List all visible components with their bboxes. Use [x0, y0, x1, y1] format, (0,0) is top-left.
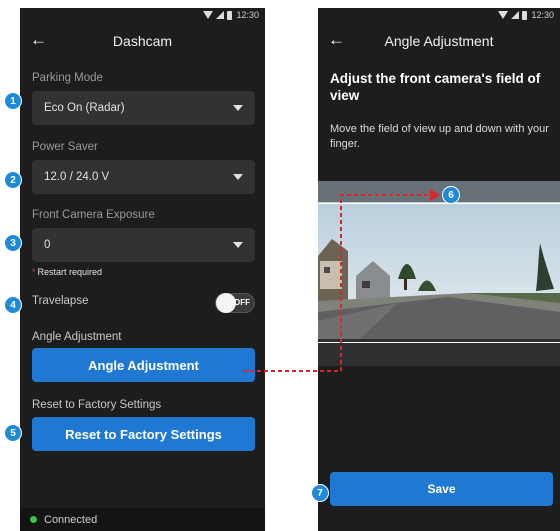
camera-preview[interactable] — [318, 181, 560, 366]
camera-view-image — [318, 202, 560, 366]
dashcam-settings-screen: 12:30 ← Dashcam Parking Mode Eco On (Rad… — [20, 8, 265, 531]
dropdown-caret-icon — [233, 174, 243, 180]
dropdown-caret-icon — [233, 242, 243, 248]
connection-status: Connected — [44, 513, 98, 526]
power-saver-select[interactable]: 12.0 / 24.0 V — [32, 160, 255, 194]
restart-note: * Restart required — [32, 267, 102, 277]
callout-3: 3 — [4, 234, 22, 252]
page-title: Angle Adjustment — [384, 33, 494, 49]
status-time: 12:30 — [531, 10, 554, 20]
status-time: 12:30 — [236, 10, 259, 20]
parking-mode-label: Parking Mode — [32, 72, 103, 84]
battery-icon — [227, 10, 233, 20]
reset-factory-button[interactable]: Reset to Factory Settings — [32, 417, 255, 451]
status-bar: 12:30 — [20, 8, 265, 22]
callout-7: 7 — [311, 484, 329, 502]
connected-dot-icon — [30, 516, 37, 523]
front-exposure-label: Front Camera Exposure — [32, 209, 155, 221]
wifi-icon — [498, 11, 509, 19]
power-saver-value: 12.0 / 24.0 V — [44, 171, 110, 183]
back-arrow-icon[interactable]: ← — [30, 30, 47, 50]
fov-bottom-line[interactable] — [318, 342, 560, 343]
restart-note-text: Restart required — [37, 267, 103, 277]
callout-1: 1 — [4, 92, 22, 110]
instructions-text: Move the field of view up and down with … — [330, 123, 549, 150]
travelapse-toggle[interactable]: OFF — [215, 293, 255, 313]
parking-mode-value: Eco On (Radar) — [44, 102, 125, 114]
crop-mask-top — [318, 181, 560, 202]
screen-heading: Adjust the front camera's field of view — [330, 71, 541, 103]
callout-4: 4 — [4, 296, 22, 314]
wifi-icon — [203, 11, 214, 19]
callout-6: 6 — [442, 186, 460, 204]
reset-label: Reset to Factory Settings — [32, 399, 162, 411]
toggle-knob — [216, 293, 236, 313]
angle-adjustment-button[interactable]: Angle Adjustment — [32, 348, 255, 382]
app-bar: ← Dashcam — [20, 22, 265, 60]
parking-mode-select[interactable]: Eco On (Radar) — [32, 91, 255, 125]
app-bar: ← Angle Adjustment — [318, 22, 560, 60]
status-bar: 12:30 — [318, 8, 560, 22]
page-title: Dashcam — [112, 33, 173, 49]
power-saver-label: Power Saver — [32, 141, 98, 153]
signal-icon — [511, 11, 520, 19]
angle-adjustment-label: Angle Adjustment — [32, 331, 122, 343]
front-exposure-select[interactable]: 0 — [32, 228, 255, 262]
fov-top-line[interactable] — [318, 203, 560, 204]
front-exposure-value: 0 — [44, 239, 51, 251]
battery-icon — [522, 10, 528, 20]
toggle-state: OFF — [234, 298, 250, 307]
callout-2: 2 — [4, 171, 22, 189]
save-button[interactable]: Save — [330, 472, 553, 506]
back-arrow-icon[interactable]: ← — [328, 30, 345, 50]
signal-icon — [216, 11, 225, 19]
angle-adjustment-screen: 12:30 ← Angle Adjustment Adjust the fron… — [318, 8, 560, 531]
travelapse-label: Travelapse — [32, 295, 89, 307]
callout-5: 5 — [4, 424, 22, 442]
connection-bar: Connected — [20, 508, 265, 531]
dropdown-caret-icon — [233, 105, 243, 111]
required-asterisk: * — [32, 267, 36, 277]
